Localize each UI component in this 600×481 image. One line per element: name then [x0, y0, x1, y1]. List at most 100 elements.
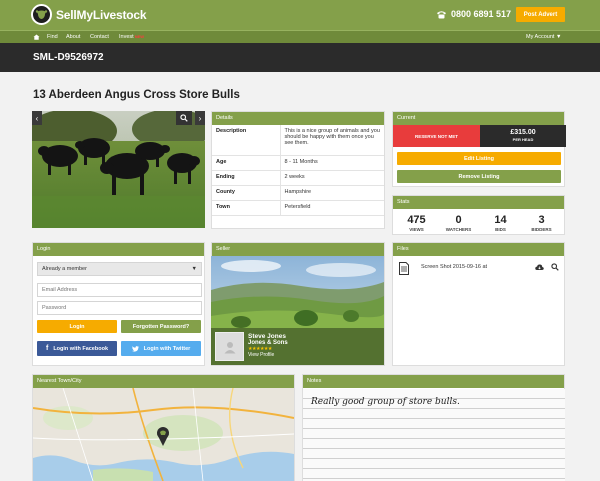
photo-prev-button[interactable]: ‹	[32, 111, 42, 125]
facebook-icon: f	[45, 345, 49, 352]
details-key: Description	[212, 125, 281, 156]
details-key: Town	[212, 200, 281, 216]
my-account-label: My Account	[526, 34, 555, 40]
login-heading: Login	[33, 243, 204, 256]
stat-number: 14	[494, 214, 507, 226]
stat-views: 475 VIEWS	[395, 214, 438, 232]
search-icon	[180, 114, 188, 122]
home-icon[interactable]	[33, 34, 40, 40]
notes-heading: Notes	[303, 375, 564, 388]
seller-avatar[interactable]	[215, 332, 244, 361]
stat-number: 0	[455, 214, 462, 226]
details-row: County Hampshire	[212, 185, 384, 201]
stat-number: 3	[538, 214, 545, 226]
twitter-icon	[131, 345, 139, 352]
details-key: Age	[212, 155, 281, 171]
top-header: SellMyLivestock 0800 6891 517 Post Adver…	[0, 0, 600, 30]
map-marker-icon[interactable]	[157, 426, 169, 446]
twitter-login-button[interactable]: Login with Twitter	[121, 341, 201, 356]
stat-label: BIDDERS	[531, 227, 552, 232]
member-select[interactable]: Already a member ▼	[37, 262, 202, 276]
cattle-photo	[32, 111, 205, 228]
current-price: £315.00 PER HEAD	[480, 125, 566, 147]
nav-item-invest-label: Invest	[119, 34, 134, 40]
logo[interactable]: SellMyLivestock	[31, 4, 147, 25]
nav-item-invest[interactable]: InvestNEW	[119, 34, 144, 40]
seller-landscape-photo: Steve Jones Jones & Sons ★★★★★★ View Pro…	[211, 256, 384, 365]
listing-photo[interactable]: ‹ ›	[32, 111, 205, 228]
facebook-login-label: Login with Facebook	[53, 345, 109, 352]
seller-info: Steve Jones Jones & Sons ★★★★★★ View Pro…	[248, 333, 288, 358]
login-button[interactable]: Login	[37, 320, 117, 333]
logo-mark-icon	[31, 4, 52, 25]
stats-heading: Stats	[393, 196, 564, 209]
details-row: Description This is a nice group of anima…	[212, 125, 384, 156]
stat-label: WATCHERS	[445, 227, 472, 232]
remove-listing-button[interactable]: Remove Listing	[397, 170, 561, 183]
phone-number[interactable]: 0800 6891 517	[436, 9, 511, 19]
email-field[interactable]	[37, 283, 202, 297]
listing-reference: SML-D9526972	[33, 52, 104, 63]
stat-label: BIDS	[495, 227, 506, 232]
login-panel: Login Already a member ▼ Login Forgotten…	[32, 242, 205, 366]
file-item[interactable]: Screen Shot 2015-09-16 at	[399, 262, 559, 278]
nav-item-find[interactable]: Find	[47, 34, 58, 40]
logo-text: SellMyLivestock	[56, 7, 147, 22]
details-row: Ending 2 weeks	[212, 170, 384, 186]
facebook-login-button[interactable]: f Login with Facebook	[37, 341, 117, 356]
seller-heading: Seller	[212, 243, 384, 256]
chevron-down-icon: ▼	[191, 266, 197, 272]
details-panel: Details Description This is a nice group …	[211, 111, 385, 229]
seller-name: Steve Jones	[248, 333, 286, 340]
nav-item-contact[interactable]: Contact	[90, 34, 109, 40]
note-text: Really good group of store bulls.	[311, 397, 460, 407]
phone-icon	[437, 10, 446, 18]
forgotten-password-button[interactable]: Forgotten Password?	[121, 320, 201, 333]
phone-text: 0800 6891 517	[451, 9, 512, 19]
details-value: 8 - 11 Months	[280, 155, 384, 171]
stat-watchers: 0 WATCHERS	[437, 214, 480, 232]
new-badge: NEW	[134, 34, 145, 39]
stat-number: 475	[407, 214, 426, 226]
details-value: This is a nice group of animals and you …	[280, 125, 384, 156]
stats-panel: Stats 475 VIEWS 0 WATCHERS 14 BIDS 3 BIDDERS	[392, 195, 565, 235]
twitter-login-label: Login with Twitter	[143, 345, 191, 352]
files-panel: Files Screen Shot 2015-09-16 at	[392, 242, 565, 366]
details-key: County	[212, 185, 281, 201]
user-icon	[224, 341, 235, 353]
reserve-status-badge: RESERVE NOT MET	[393, 125, 480, 147]
stat-label: VIEWS	[409, 227, 424, 232]
details-value: 2 weeks	[280, 170, 384, 186]
document-icon	[399, 262, 409, 275]
details-value: Petersfield	[280, 200, 384, 216]
details-row: Age 8 - 11 Months	[212, 155, 384, 171]
details-key: Ending	[212, 170, 281, 186]
member-select-value: Already a member	[42, 266, 87, 272]
edit-listing-button[interactable]: Edit Listing	[397, 152, 561, 165]
notes-area[interactable]: Really good group of store bulls.	[303, 389, 565, 481]
stat-bidders: 3 BIDDERS	[520, 214, 563, 232]
main-nav: Find About Contact InvestNEW My Account …	[0, 30, 600, 43]
photo-next-button[interactable]: ›	[195, 111, 205, 125]
chevron-right-icon: ›	[198, 113, 202, 123]
details-heading: Details	[212, 112, 384, 125]
details-row: Town Petersfield	[212, 200, 384, 216]
map-view[interactable]	[33, 388, 294, 481]
price-value: £315.00	[510, 129, 536, 136]
stat-bids: 14 BIDS	[479, 214, 522, 232]
search-icon[interactable]	[551, 263, 559, 271]
password-field[interactable]	[37, 301, 202, 315]
post-advert-button[interactable]: Post Advert	[516, 7, 565, 22]
reference-bar: SML-D9526972	[0, 43, 600, 72]
chevron-left-icon: ‹	[35, 113, 39, 123]
my-account-menu[interactable]: My Account ▼	[526, 34, 561, 40]
nearest-town-heading: Nearest Town/City	[33, 375, 294, 388]
current-heading: Current	[393, 112, 564, 125]
view-profile-link[interactable]: View Profile	[248, 352, 288, 358]
cloud-download-icon[interactable]	[535, 264, 544, 271]
file-name: Screen Shot 2015-09-16 at	[421, 264, 488, 270]
nav-item-about[interactable]: About	[66, 34, 80, 40]
current-panel: Current RESERVE NOT MET £315.00 PER HEAD…	[392, 111, 566, 187]
files-heading: Files	[393, 243, 564, 256]
photo-zoom-button[interactable]	[176, 111, 192, 125]
